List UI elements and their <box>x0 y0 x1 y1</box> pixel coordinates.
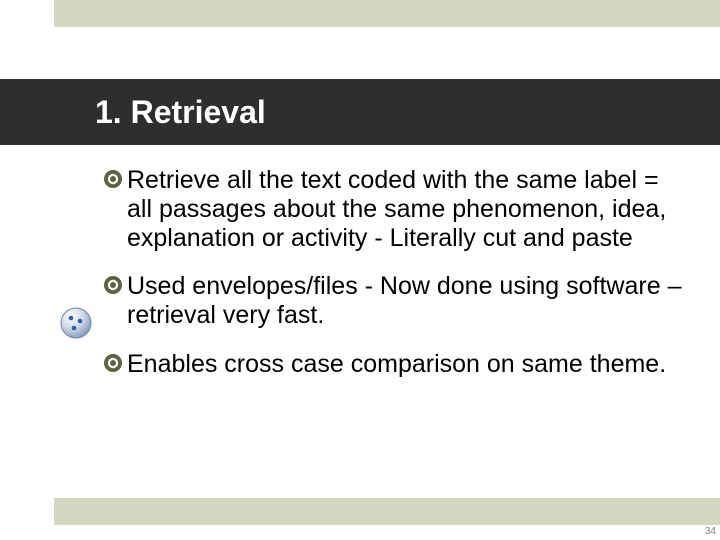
target-bullet-icon <box>103 275 123 295</box>
bottom-accent-bar <box>54 498 720 525</box>
list-item: Enables cross case comparison on same th… <box>127 350 690 379</box>
title-band: 1. Retrieval <box>0 79 720 145</box>
bullet-list: Retrieve all the text coded with the sam… <box>127 166 690 399</box>
bullet-text: Enables cross case comparison on same th… <box>127 350 666 378</box>
page-number: 34 <box>705 526 716 537</box>
target-bullet-icon <box>103 169 123 189</box>
target-bullet-icon <box>103 353 123 373</box>
bullet-text: Retrieve all the text coded with the sam… <box>127 166 666 252</box>
top-accent-bar <box>54 0 720 27</box>
list-item: Used envelopes/files - Now done using so… <box>127 272 690 330</box>
list-item: Retrieve all the text coded with the sam… <box>127 166 690 252</box>
slide-title: 1. Retrieval <box>95 94 266 131</box>
bullet-text: Used envelopes/files - Now done using so… <box>127 272 681 329</box>
sphere-dots-icon <box>58 305 94 341</box>
